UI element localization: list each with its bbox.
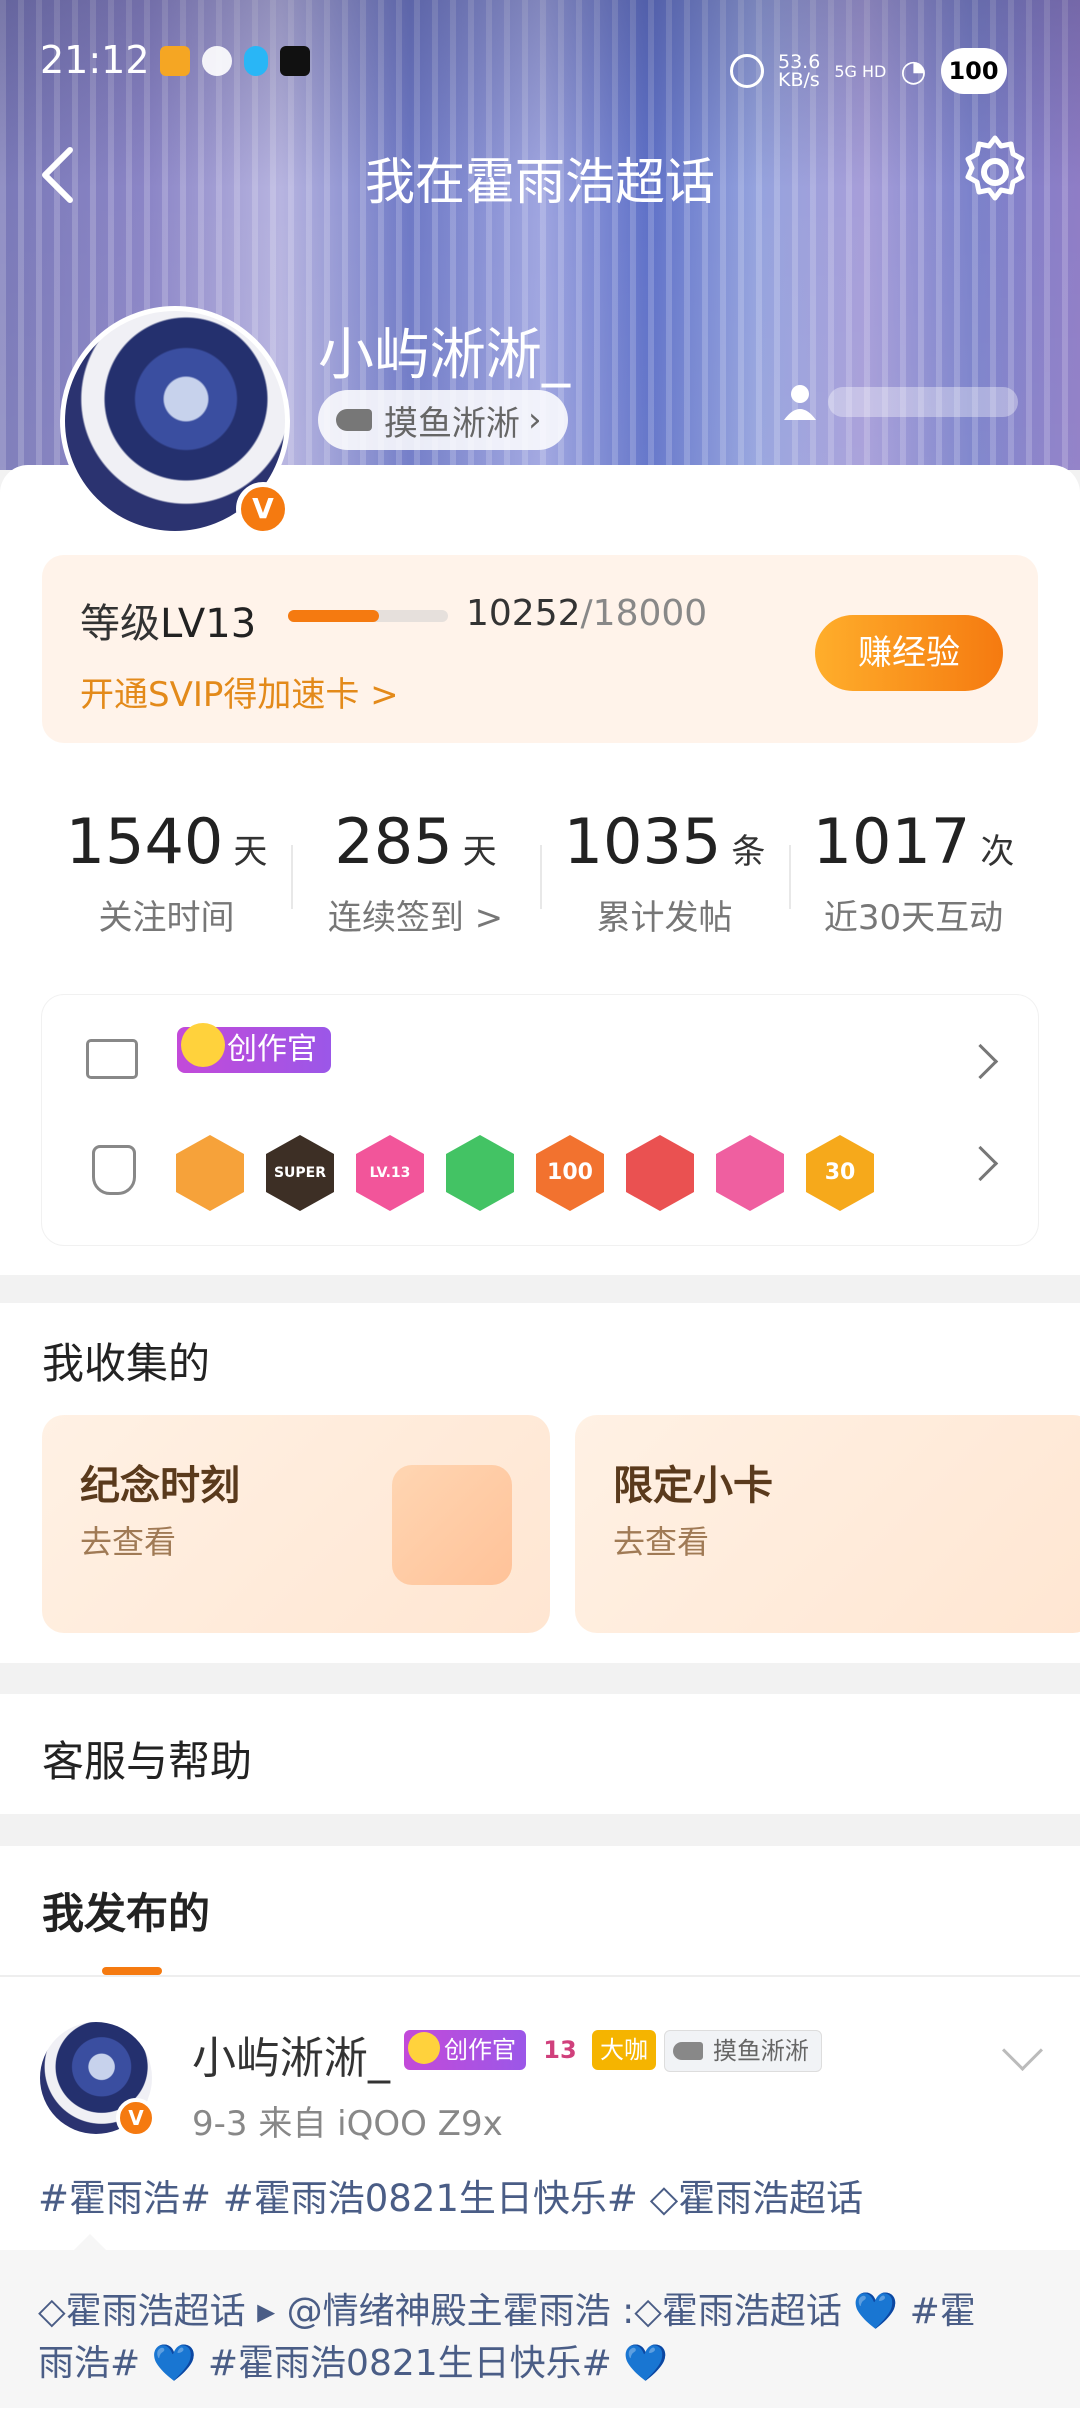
page-title: 我在霍雨浩超话 — [365, 153, 715, 211]
qq-icon — [244, 46, 268, 76]
chevron-right-icon[interactable] — [962, 1043, 999, 1080]
tiktok-icon — [280, 46, 310, 76]
weibo-icon — [160, 46, 190, 76]
wifi-icon: ◔ — [900, 53, 927, 89]
progress-total: /18000 — [580, 593, 708, 634]
stat-unit: 条 — [731, 832, 766, 872]
stats-row: 1540 天 关注时间 285 天 连续签到 > 1035 条 累计发帖 1017 次 … — [42, 775, 1038, 965]
tab-indicator — [102, 1967, 162, 1975]
battery-indicator: 100 — [940, 48, 1007, 94]
posts-tab[interactable]: 我发布的 — [42, 1880, 210, 1941]
fish-icon — [336, 409, 372, 431]
100days-medal: 100 — [536, 1135, 604, 1211]
30days-medal: 30 — [806, 1135, 874, 1211]
gear-icon — [965, 135, 1025, 201]
trophy-medal — [626, 1135, 694, 1211]
post-meta: 9-3 来自 iQOO Z9x — [192, 2104, 503, 2144]
status-time: 21:12 — [40, 38, 150, 82]
hand-medal — [446, 1135, 514, 1211]
collection-card-cards[interactable]: 限定小卡 去查看 — [575, 1415, 1080, 1633]
repost-text: ◇霍雨浩超话 ▸ @情绪神殿主霍雨浩 :◇霍雨浩超话 💙 #霍 雨浩# 💙 #霍… — [38, 2286, 1048, 2390]
creator-badge[interactable]: 创作官 — [177, 1023, 331, 1073]
level-label: 等级LV13 — [80, 591, 256, 649]
stat-label: 关注时间 — [98, 898, 235, 938]
stat-posts: 1035 条 累计发帖 — [540, 775, 789, 965]
level-progress-bar — [288, 610, 448, 622]
repost-line: 雨浩# 💙 #霍雨浩0821生日快乐# 💙 — [38, 2343, 669, 2384]
user-tag-pill[interactable]: 摸鱼淅淅 › — [318, 390, 568, 450]
stat-label: 连续签到 > — [327, 898, 504, 938]
stat-unit: 天 — [462, 832, 497, 872]
collection-card-link: 去查看 — [80, 1523, 177, 1561]
progress-current: 10252 — [466, 593, 581, 634]
mute-icon — [730, 54, 764, 88]
help-title[interactable]: 客服与帮助 — [42, 1728, 252, 1789]
creator-face-icon — [408, 2032, 440, 2064]
verified-badge: V — [236, 482, 290, 536]
creator-face-icon — [181, 1023, 225, 1067]
wechat-icon — [202, 46, 232, 76]
stat-unit: 次 — [980, 832, 1015, 872]
fish-icon — [673, 2042, 703, 2060]
level-progress-text: 10252/18000 — [466, 593, 707, 634]
collection-card-title: 纪念时刻 — [80, 1463, 240, 1509]
post-tag-badge: 摸鱼淅淅 — [664, 2030, 822, 2072]
stat-checkin-days[interactable]: 285 天 连续签到 > — [291, 775, 540, 965]
chevron-right-icon[interactable] — [962, 1145, 999, 1182]
crown-medal — [176, 1135, 244, 1211]
repost-pointer — [72, 2234, 108, 2252]
lv-medal: LV.13 — [356, 1135, 424, 1211]
post-level-badge: 13 — [543, 2036, 577, 2064]
stat-label: 累计发帖 — [596, 898, 733, 938]
net-unit: KB/s — [778, 69, 820, 91]
post-author[interactable]: 小屿淅淅_ — [192, 2022, 390, 2086]
post-creator-label: 创作官 — [444, 2036, 516, 2064]
creator-badge-label: 创作官 — [227, 1032, 317, 1067]
repost-line: ◇霍雨浩超话 ▸ @情绪神殿主霍雨浩 :◇霍雨浩超话 💙 #霍 — [38, 2291, 976, 2332]
post-verified-badge: V — [116, 2098, 156, 2138]
svip-link[interactable]: 开通SVIP得加速卡 > — [80, 667, 399, 716]
level-prefix: 等级 — [80, 601, 160, 647]
collections-title: 我收集的 — [42, 1339, 211, 1388]
post-tag-label: 摸鱼淅淅 — [713, 2037, 809, 2065]
post-text[interactable]: #霍雨浩# #霍雨浩0821生日快乐# ◇霍雨浩超话 — [38, 2168, 863, 2222]
collection-card-title: 限定小卡 — [613, 1463, 773, 1509]
system-status: 53.6 KB/s 5G HD ◔ 100 — [730, 46, 1007, 96]
stat-label: 近30天互动 — [823, 898, 1004, 938]
username: 小屿淅淅_ — [318, 323, 570, 388]
level-card: 等级LV13 10252/18000 开通SVIP得加速卡 > 赚经验 — [42, 555, 1038, 743]
medal-outline-icon — [92, 1145, 136, 1195]
post-big-badge: 大咖 — [592, 2030, 656, 2070]
person-icon — [784, 385, 816, 420]
calendar-illustration-icon — [392, 1465, 512, 1585]
stat-follow-days: 1540 天 关注时间 — [42, 775, 291, 965]
signal-label: 5G HD — [834, 61, 887, 81]
level-value: LV13 — [160, 601, 257, 647]
blurred-text — [828, 387, 1018, 417]
stat-value: 285 — [334, 805, 453, 878]
id-card-icon — [86, 1039, 138, 1079]
cap-medal — [716, 1135, 784, 1211]
stat-interactions: 1017 次 近30天互动 — [789, 775, 1038, 965]
stat-unit: 天 — [233, 832, 268, 872]
post-creator-badge: 创作官 — [404, 2030, 526, 2070]
honors-card: 创作官 SUPER LV.13 100 30 — [42, 995, 1038, 1245]
stat-value: 1017 — [812, 805, 971, 878]
collection-card-moments[interactable]: 纪念时刻 去查看 — [42, 1415, 550, 1633]
level-progress-fill — [288, 610, 380, 622]
collection-card-link: 去查看 — [613, 1523, 710, 1561]
stat-value: 1540 — [65, 805, 224, 878]
earn-exp-button[interactable]: 赚经验 — [815, 615, 1003, 691]
chevron-right-icon: › — [528, 400, 542, 440]
user-tag-label: 摸鱼淅淅 — [384, 403, 520, 444]
notification-icons — [160, 46, 310, 96]
follow-info[interactable] — [780, 382, 1018, 422]
settings-button[interactable] — [955, 132, 1035, 212]
stat-value: 1035 — [563, 805, 722, 878]
super-medal: SUPER — [266, 1135, 334, 1211]
